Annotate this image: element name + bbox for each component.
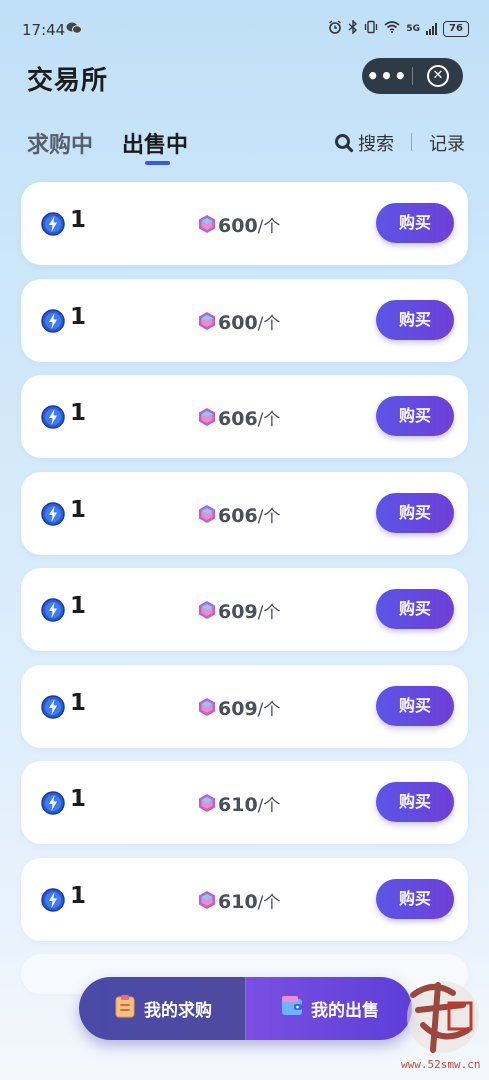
close-icon: ✕ bbox=[427, 65, 449, 87]
listing-price: 600/个 bbox=[218, 212, 280, 237]
tab-buying[interactable]: 求购中 bbox=[27, 127, 93, 159]
listing-card: 1 609/个 购买 bbox=[21, 568, 468, 651]
listing-price: 610/个 bbox=[218, 888, 280, 913]
listing-price: 606/个 bbox=[218, 405, 280, 430]
close-miniprogram-button[interactable]: ✕ bbox=[413, 65, 463, 87]
listing-price: 600/个 bbox=[218, 309, 280, 334]
search-button[interactable]: 搜索 bbox=[334, 130, 394, 156]
buy-button[interactable]: 购买 bbox=[376, 589, 454, 629]
price-unit: /个 bbox=[257, 217, 281, 237]
gem-icon bbox=[197, 504, 217, 524]
listing-quantity: 1 bbox=[70, 593, 87, 619]
signal-icon bbox=[426, 22, 437, 35]
listing-card: 1 610/个 购买 bbox=[21, 761, 468, 844]
buy-button[interactable]: 购买 bbox=[376, 878, 454, 919]
buy-button[interactable]: 购买 bbox=[376, 203, 454, 243]
listing-quantity: 1 bbox=[70, 882, 87, 909]
my-buy-orders-label: 我的求购 bbox=[144, 1001, 212, 1021]
listing-quantity: 1 bbox=[70, 496, 87, 523]
listing-card: 1 606/个 购买 bbox=[21, 375, 468, 458]
my-sell-orders-button[interactable]: 我的出售 bbox=[245, 977, 412, 1040]
energy-icon bbox=[41, 501, 65, 526]
listing-quantity: 1 bbox=[70, 689, 87, 716]
listing-price: 610/个 bbox=[218, 791, 280, 816]
listing-price: 606/个 bbox=[218, 502, 280, 527]
price-value: 600 bbox=[218, 311, 258, 334]
search-icon bbox=[334, 133, 354, 153]
energy-icon bbox=[41, 694, 65, 719]
clipboard-icon bbox=[112, 993, 138, 1024]
listing-card: 1 600/个 购买 bbox=[21, 278, 468, 362]
energy-icon bbox=[41, 308, 65, 333]
listing-price: 609/个 bbox=[218, 695, 280, 720]
listing-quantity: 1 bbox=[70, 786, 87, 812]
price-unit: /个 bbox=[257, 410, 281, 430]
records-button[interactable]: 记录 bbox=[429, 130, 465, 156]
buy-button[interactable]: 购买 bbox=[376, 782, 454, 822]
price-unit: /个 bbox=[257, 892, 281, 913]
search-label: 搜索 bbox=[358, 134, 394, 155]
energy-icon bbox=[41, 212, 65, 236]
price-unit: /个 bbox=[257, 603, 281, 623]
gem-icon bbox=[197, 311, 217, 331]
price-value: 600 bbox=[218, 215, 258, 237]
price-unit: /个 bbox=[257, 506, 281, 527]
vibrate-icon bbox=[364, 20, 378, 37]
alarm-icon bbox=[328, 20, 342, 37]
price-unit: /个 bbox=[257, 699, 281, 720]
price-value: 609 bbox=[218, 697, 258, 720]
status-time: 17:44 bbox=[22, 21, 66, 39]
watermark-site: www.52smw.cn bbox=[401, 1058, 481, 1071]
bluetooth-icon bbox=[348, 19, 358, 37]
price-unit: /个 bbox=[257, 796, 281, 816]
price-value: 606 bbox=[218, 504, 258, 527]
network-type: 5G bbox=[406, 23, 420, 34]
price-value: 606 bbox=[218, 408, 258, 430]
listing-quantity: 1 bbox=[70, 303, 87, 330]
energy-icon bbox=[41, 405, 65, 429]
price-value: 610 bbox=[218, 794, 258, 816]
gem-icon bbox=[197, 793, 217, 813]
buy-button[interactable]: 购买 bbox=[376, 299, 454, 340]
tab-selling[interactable]: 出售中 bbox=[122, 127, 188, 159]
status-icons: 5G 76 bbox=[328, 19, 469, 37]
price-unit: /个 bbox=[257, 313, 281, 334]
gem-icon bbox=[197, 600, 217, 620]
wifi-icon bbox=[384, 21, 400, 36]
miniprogram-capsule: ••• ✕ bbox=[362, 58, 463, 94]
buy-button[interactable]: 购买 bbox=[376, 396, 454, 436]
wechat-notification-icon bbox=[66, 22, 82, 37]
my-buy-orders-button[interactable]: 我的求购 bbox=[79, 977, 245, 1040]
listing-card: 1 600/个 购买 bbox=[21, 182, 468, 265]
price-value: 610 bbox=[218, 890, 258, 913]
gem-icon bbox=[197, 407, 217, 427]
energy-icon bbox=[41, 598, 65, 622]
buy-button[interactable]: 购买 bbox=[376, 492, 454, 533]
gem-icon bbox=[197, 697, 217, 717]
active-tab-indicator bbox=[145, 161, 170, 165]
listing-card: 1 606/个 购买 bbox=[21, 471, 468, 555]
listing-card: 1 610/个 购买 bbox=[21, 857, 468, 941]
gem-icon bbox=[197, 890, 217, 910]
listing-card: 1 609/个 购买 bbox=[21, 664, 468, 748]
listing-price: 609/个 bbox=[218, 598, 280, 623]
bottom-action-bar: 我的求购 我的出售 bbox=[79, 977, 412, 1040]
my-sell-orders-label: 我的出售 bbox=[311, 1001, 379, 1021]
status-bar: 17:44 5G 76 bbox=[0, 0, 489, 60]
wallet-icon bbox=[279, 993, 305, 1024]
listing-quantity: 1 bbox=[70, 400, 87, 426]
more-menu-button[interactable]: ••• bbox=[362, 58, 412, 94]
gem-icon bbox=[197, 214, 217, 234]
toolbar-divider bbox=[411, 133, 412, 151]
listing-quantity: 1 bbox=[70, 207, 87, 233]
page-title: 交易所 bbox=[27, 66, 109, 96]
buy-button[interactable]: 购买 bbox=[376, 685, 454, 726]
battery-indicator: 76 bbox=[443, 20, 469, 37]
price-value: 609 bbox=[218, 601, 258, 623]
energy-icon bbox=[41, 887, 65, 912]
energy-icon bbox=[41, 791, 65, 815]
